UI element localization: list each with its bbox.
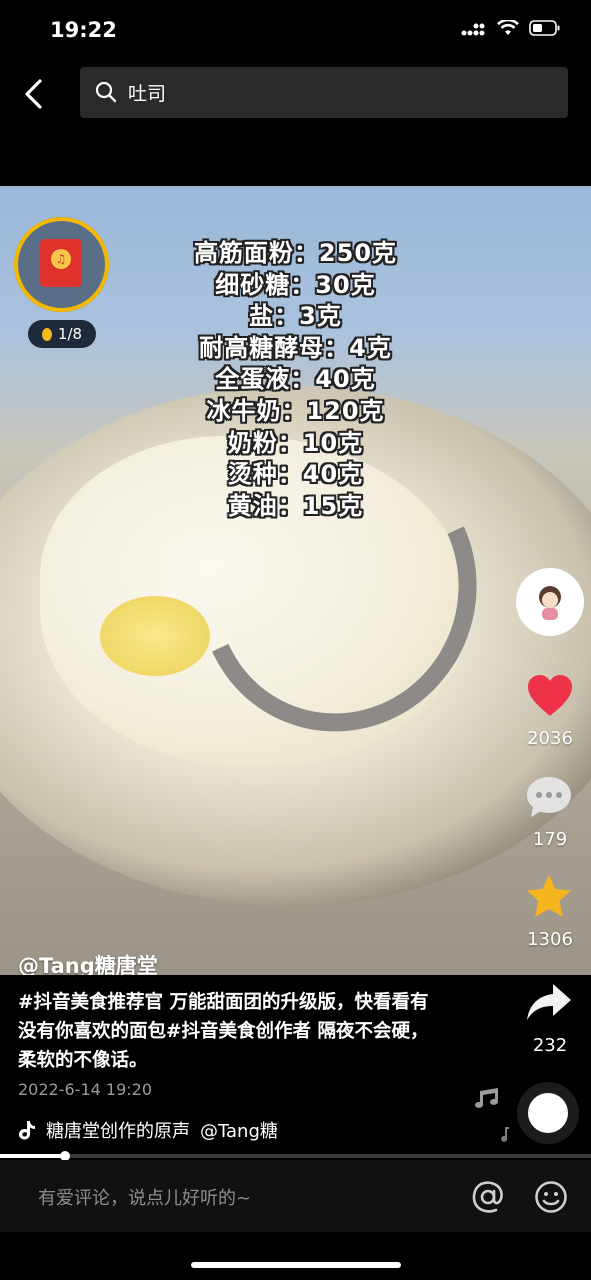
share-count: 232: [532, 1035, 568, 1056]
red-packet-count: 1/8: [57, 325, 83, 343]
creator-avatar[interactable]: [516, 568, 584, 636]
tiktok-note-icon: [19, 1121, 35, 1140]
post-date: 2022-6-14 19:20: [18, 1080, 152, 1099]
like-count: 2036: [527, 728, 573, 749]
music-info[interactable]: 糖唐堂创作的原声 @Tang糖: [18, 1117, 318, 1143]
music-note-icon: ♫: [51, 249, 71, 269]
wifi-icon: [497, 20, 519, 35]
red-packet-progress: 1/8: [28, 320, 96, 348]
video-player[interactable]: 高筋面粉：250克 细砂糖：30克 盐：3克 耐高糖酵母：4克 全蛋液：40克 …: [0, 186, 591, 975]
author-handle[interactable]: @Tang糖唐堂: [18, 950, 158, 975]
floating-music-note-icon: [475, 1088, 498, 1108]
mention-at-icon[interactable]: [471, 1180, 505, 1214]
like-heart-icon[interactable]: [526, 674, 574, 718]
ingredient-line: 黄油：15克: [227, 491, 364, 520]
music-title: 糖唐堂创作的原声: [46, 1121, 190, 1142]
music-disc-avatar: [528, 1093, 568, 1133]
home-indicator: [191, 1262, 401, 1268]
ingredient-line: 全蛋液：40克: [215, 365, 376, 394]
comment-count: 179: [532, 829, 568, 850]
progress-track[interactable]: [0, 1154, 591, 1158]
cellular-signal-icon: [461, 20, 485, 36]
share-arrow-icon[interactable]: [525, 982, 573, 1024]
status-time: 19:22: [50, 18, 117, 42]
search-input[interactable]: 吐司: [80, 67, 568, 118]
progress-fill: [0, 1154, 65, 1158]
back-icon[interactable]: [18, 76, 52, 112]
red-packet-button[interactable]: ♫: [14, 217, 109, 312]
egg-yolk-image: [100, 596, 210, 676]
floating-music-note-icon: [501, 1127, 509, 1142]
video-caption[interactable]: #抖音美食推荐官 万能甜面团的升级版，快看看有没有你喜欢的面包#抖音美食创作者 …: [18, 988, 438, 1075]
comment-icon[interactable]: [525, 775, 573, 819]
search-query: 吐司: [128, 83, 167, 105]
favorite-star-icon[interactable]: [526, 874, 572, 918]
emoji-icon[interactable]: [534, 1180, 568, 1214]
battery-icon: [529, 20, 560, 36]
avatar-illustration-icon: [539, 586, 561, 620]
red-envelope-icon: ♫: [40, 239, 82, 287]
favorite-count: 1306: [527, 929, 573, 950]
music-author: @Tang糖: [200, 1121, 278, 1142]
ingredient-line: 烫种：40克: [227, 460, 364, 489]
egg-icon: [41, 327, 52, 341]
status-icons: [461, 20, 561, 36]
ingredient-line: 冰牛奶：120克: [206, 396, 385, 425]
comment-input[interactable]: 有爱评论，说点儿好听的~: [38, 1184, 251, 1210]
music-disc-button[interactable]: [517, 1082, 579, 1144]
search-icon: [95, 81, 117, 103]
ingredient-line: 奶粉：10克: [227, 428, 364, 457]
